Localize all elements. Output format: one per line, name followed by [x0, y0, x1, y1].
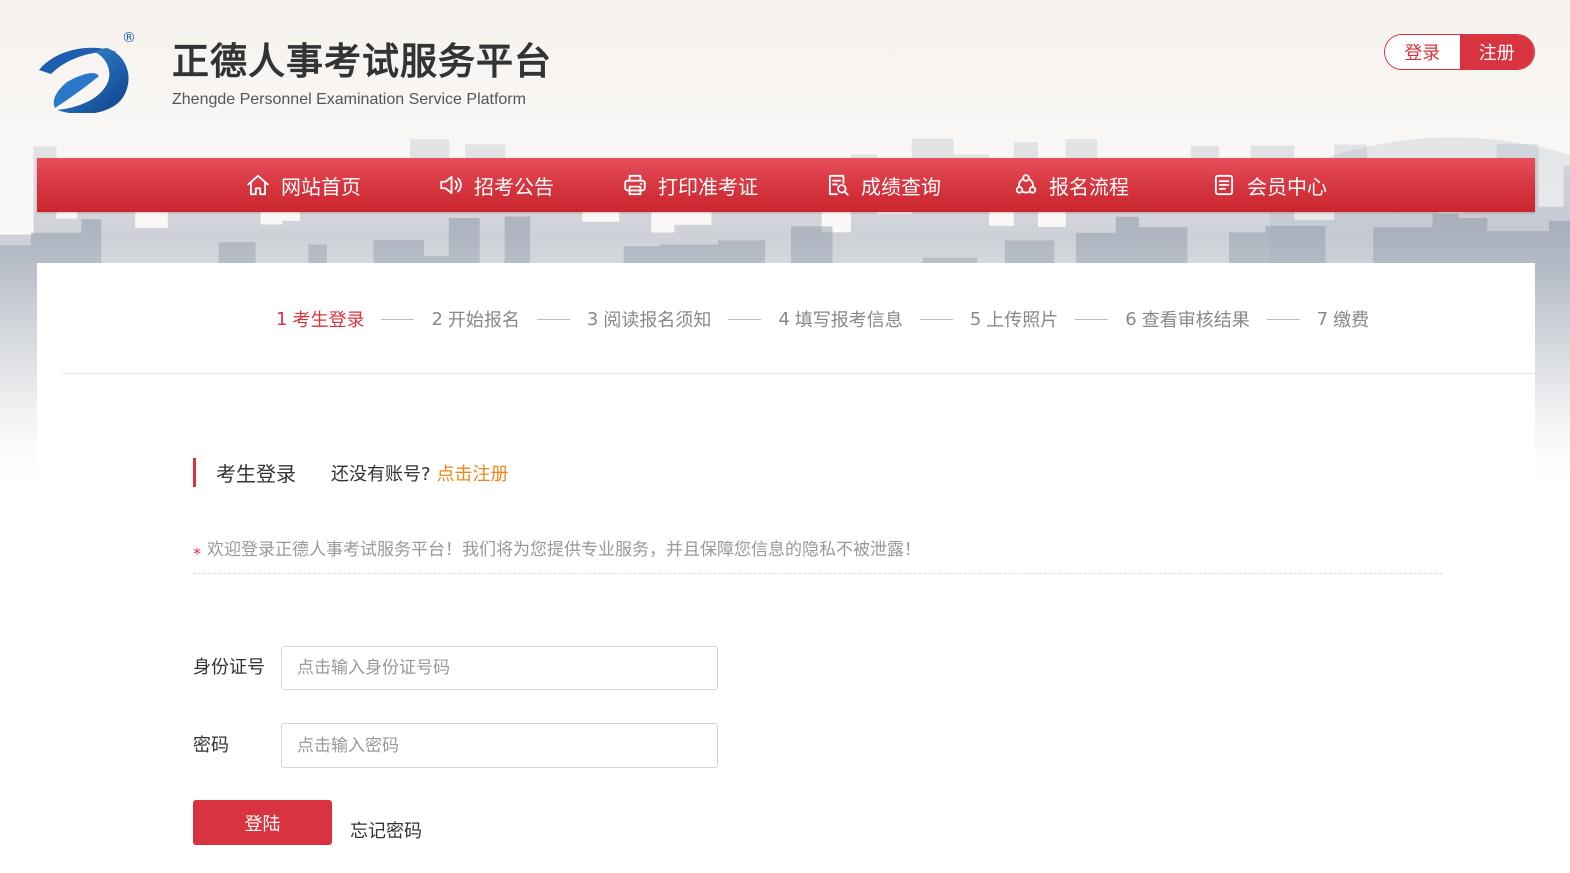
document-search-icon — [825, 172, 851, 198]
site-header: ® 正德人事考试服务平台 Zhengde Personnel Examinati… — [0, 0, 1570, 150]
printer-icon — [622, 172, 648, 198]
nav-item-label: 网站首页 — [281, 174, 361, 199]
forgot-password-link[interactable]: 忘记密码 — [350, 820, 422, 844]
step-number: 1 — [276, 308, 288, 330]
notice-text: 欢迎登录正德人事考试服务平台！我们将为您提供专业服务，并且保障您信息的隐私不被泄… — [207, 540, 921, 560]
section-accent-bar — [193, 458, 196, 487]
step-number: 3 — [586, 308, 599, 330]
nav-item-registration-process[interactable]: 报名流程 — [1013, 158, 1129, 212]
notice-asterisk: * — [193, 544, 201, 563]
step-label: 开始报名 — [447, 310, 520, 331]
nav-item-label: 打印准考证 — [658, 174, 758, 199]
step-start-registration: 2 开始报名 — [431, 306, 586, 332]
nav-item-member-center[interactable]: 会员中心 — [1211, 158, 1327, 212]
steps-divider — [62, 373, 1535, 374]
nav-item-label: 招考公告 — [474, 174, 554, 199]
nav-item-label: 会员中心 — [1247, 174, 1327, 199]
nav-item-print-admission[interactable]: 打印准考证 — [622, 158, 758, 212]
speaker-icon — [438, 172, 464, 198]
password-input[interactable] — [281, 723, 718, 768]
nav-item-home[interactable]: 网站首页 — [245, 158, 361, 212]
welcome-notice: * 欢迎登录正德人事考试服务平台！我们将为您提供专业服务，并且保障您信息的隐私不… — [193, 538, 1442, 574]
step-login: 1 考生登录 — [276, 306, 431, 332]
step-review-result: 6 查看审核结果 — [1125, 306, 1316, 332]
registration-steps: 1 考生登录 2 开始报名 3 阅读报名须知 4 填写报考信息 5 上传照片 6… — [276, 306, 1369, 332]
header-register-button[interactable]: 注册 — [1459, 35, 1534, 69]
site-subtitle: Zhengde Personnel Examination Service Pl… — [172, 91, 526, 108]
nav-item-announcements[interactable]: 招考公告 — [438, 158, 554, 212]
id-number-label: 身份证号 — [193, 657, 265, 678]
step-number: 2 — [431, 308, 443, 330]
home-icon — [245, 172, 271, 198]
step-read-notice: 3 阅读报名须知 — [587, 306, 778, 332]
password-label: 密码 — [193, 735, 229, 756]
step-number: 4 — [778, 308, 790, 330]
step-number: 5 — [969, 308, 982, 330]
no-account-text: 还没有账号? — [331, 463, 431, 485]
page: { "header": { "logo": { "icon": "zd-swir… — [0, 0, 1570, 873]
step-label: 填写报考信息 — [794, 310, 903, 331]
step-number: 6 — [1125, 308, 1137, 330]
site-logo: ® — [39, 30, 136, 113]
content-panel: 1 考生登录 2 开始报名 3 阅读报名须知 4 填写报考信息 5 上传照片 6… — [37, 263, 1535, 873]
site-title: 正德人事考试服务平台 — [172, 40, 552, 83]
member-document-icon — [1211, 172, 1237, 198]
nav-item-score-query[interactable]: 成绩查询 — [825, 158, 941, 212]
step-upload-photo: 5 上传照片 — [970, 306, 1125, 332]
section-title: 考生登录 — [216, 462, 296, 486]
nav-item-label: 报名流程 — [1049, 174, 1129, 199]
step-label: 缴费 — [1333, 310, 1370, 331]
step-label: 阅读报名须知 — [603, 310, 712, 331]
step-label: 查看审核结果 — [1141, 310, 1250, 331]
login-submit-button[interactable]: 登陆 — [193, 800, 332, 845]
step-payment: 7 缴费 — [1317, 306, 1369, 332]
auth-switch: 登录 注册 — [1384, 34, 1535, 70]
register-link[interactable]: 点击注册 — [437, 460, 509, 486]
header-login-button[interactable]: 登录 — [1385, 35, 1460, 69]
step-fill-info: 4 填写报考信息 — [778, 306, 969, 332]
flow-icon — [1013, 172, 1039, 198]
nav-item-label: 成绩查询 — [861, 174, 941, 199]
id-number-input[interactable] — [281, 646, 718, 690]
step-label: 上传照片 — [986, 310, 1059, 331]
step-number: 7 — [1316, 308, 1329, 330]
main-nav: 网站首页 招考公告 打印准考证 成绩查询 报名流程 会员中心 — [37, 158, 1535, 212]
step-label: 考生登录 — [292, 310, 365, 331]
logo-registered-mark: ® — [122, 30, 136, 46]
login-section-header: 考生登录 还没有账号? 点击注册 — [193, 458, 509, 487]
